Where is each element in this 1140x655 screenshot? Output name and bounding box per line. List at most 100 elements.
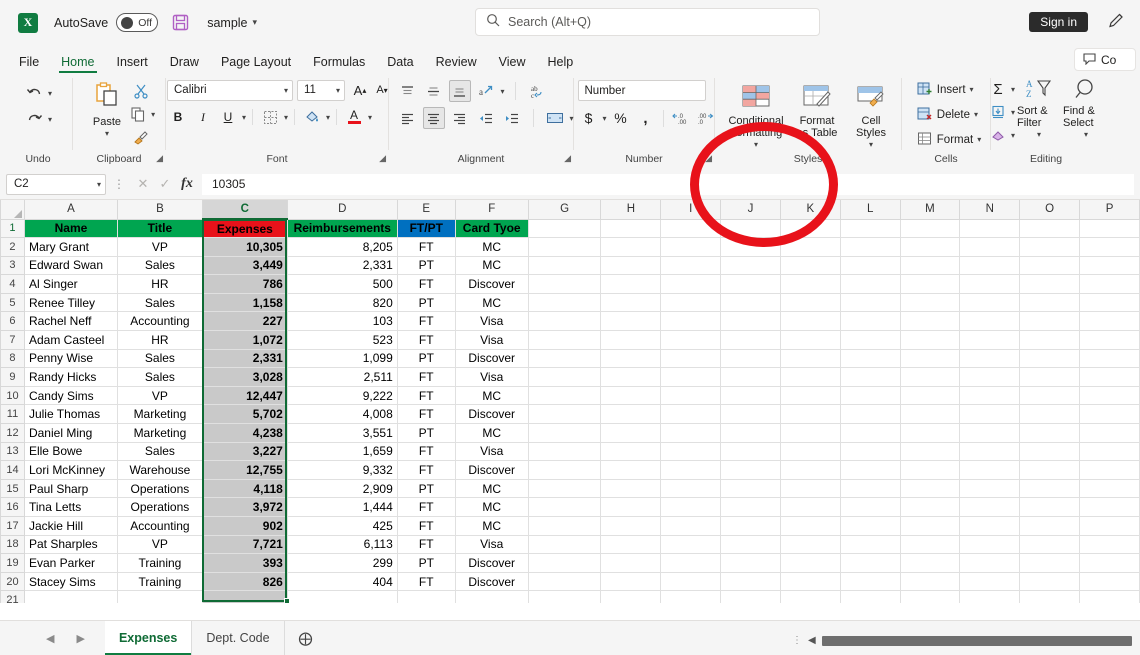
empty-cell[interactable] — [959, 460, 1021, 480]
empty-cell[interactable] — [900, 367, 961, 387]
card-type-cell[interactable]: MC — [455, 479, 529, 499]
reimbursements-cell[interactable]: 8,205 — [287, 237, 398, 257]
empty-cell[interactable] — [1019, 274, 1081, 294]
empty-cell[interactable] — [528, 479, 602, 499]
empty-cell[interactable] — [780, 572, 841, 592]
ftpt-cell[interactable]: FT — [397, 311, 456, 332]
reimbursements-cell[interactable]: 4,008 — [287, 404, 398, 425]
empty-cell[interactable] — [1019, 423, 1081, 443]
reimbursements-cell[interactable]: 6,113 — [287, 535, 398, 555]
title-cell[interactable]: VP — [117, 237, 203, 257]
empty-cell[interactable] — [840, 479, 901, 499]
format-painter-button[interactable] — [127, 126, 155, 148]
expenses-cell[interactable]: 12,447 — [202, 386, 288, 406]
undo-button[interactable]: ▾ — [24, 82, 52, 104]
empty-cell[interactable] — [1079, 442, 1140, 462]
empty-cell[interactable] — [1019, 590, 1081, 603]
chevron-down-icon[interactable]: ▾ — [151, 110, 155, 119]
empty-cell[interactable] — [600, 293, 662, 313]
empty-cell[interactable] — [780, 590, 841, 603]
empty-cell[interactable] — [900, 497, 961, 517]
reimbursements-cell[interactable]: 523 — [287, 330, 398, 350]
number-dialog-launcher-icon[interactable]: ◢ — [705, 153, 712, 164]
chevron-down-icon[interactable]: ▾ — [105, 128, 109, 141]
chevron-down-icon[interactable]: ▾ — [869, 139, 873, 152]
format-as-table-button[interactable]: Format as Table ▾ — [789, 82, 845, 153]
column-header-c[interactable]: C — [201, 200, 288, 220]
name-cell[interactable]: Candy Sims — [24, 386, 118, 406]
empty-cell[interactable] — [900, 219, 961, 239]
empty-cell[interactable] — [720, 423, 781, 443]
empty-cell[interactable] — [900, 256, 961, 276]
tab-data[interactable]: Data — [376, 52, 424, 74]
empty-cell[interactable] — [959, 237, 1021, 257]
ftpt-cell[interactable] — [397, 590, 456, 603]
redo-button[interactable]: ▾ — [24, 108, 52, 130]
copy-button[interactable] — [127, 103, 149, 125]
ftpt-cell[interactable]: PT — [397, 553, 456, 573]
tab-page-layout[interactable]: Page Layout — [210, 52, 302, 74]
font-size-select[interactable]: 11 ▾ — [297, 79, 345, 101]
empty-cell[interactable] — [720, 293, 781, 313]
tab-formulas[interactable]: Formulas — [302, 52, 376, 74]
empty-cell[interactable] — [528, 590, 602, 603]
expenses-cell[interactable]: 1,158 — [202, 293, 288, 313]
empty-cell[interactable] — [660, 386, 722, 406]
empty-cell[interactable] — [720, 274, 781, 294]
clear-button[interactable]: ▾ — [987, 124, 1015, 146]
column-header-f[interactable]: F — [454, 200, 529, 220]
empty-cell[interactable] — [1019, 349, 1081, 369]
empty-cell[interactable] — [528, 572, 602, 592]
empty-cell[interactable] — [600, 423, 662, 443]
empty-cell[interactable] — [528, 460, 602, 480]
chevron-down-icon[interactable]: ▾ — [1037, 129, 1041, 141]
title-cell[interactable]: HR — [117, 330, 203, 350]
cell-styles-button[interactable]: Cell Styles ▾ — [845, 82, 897, 153]
row-header-15[interactable]: 15 — [0, 478, 25, 499]
empty-cell[interactable] — [660, 497, 722, 517]
title-cell[interactable]: VP — [117, 386, 203, 406]
ftpt-cell[interactable]: FT — [397, 516, 456, 536]
empty-cell[interactable] — [528, 367, 602, 387]
reimbursements-cell[interactable]: 500 — [287, 274, 398, 294]
ftpt-cell[interactable]: FT — [397, 572, 456, 592]
name-cell[interactable]: Paul Sharp — [24, 479, 118, 499]
empty-cell[interactable] — [1079, 293, 1140, 313]
row-header-3[interactable]: 3 — [0, 255, 25, 276]
empty-cell[interactable] — [840, 590, 901, 603]
title-cell[interactable]: Sales — [117, 256, 203, 276]
ftpt-cell[interactable]: FT — [397, 460, 456, 480]
empty-cell[interactable] — [900, 553, 961, 573]
align-top-button[interactable] — [397, 80, 419, 102]
empty-cell[interactable] — [528, 293, 602, 313]
card-type-cell[interactable]: MC — [455, 423, 529, 443]
orientation-button[interactable]: a — [475, 80, 497, 102]
empty-cell[interactable] — [959, 442, 1021, 462]
empty-cell[interactable] — [660, 423, 722, 443]
empty-cell[interactable] — [600, 367, 662, 387]
empty-cell[interactable] — [720, 479, 781, 499]
card-type-cell[interactable]: Visa — [455, 311, 529, 332]
tab-insert[interactable]: Insert — [106, 52, 159, 74]
percent-style-button[interactable]: % — [610, 107, 632, 129]
empty-cell[interactable] — [780, 460, 841, 480]
empty-cell[interactable] — [900, 404, 961, 425]
empty-cell[interactable] — [959, 572, 1021, 592]
row-header-17[interactable]: 17 — [0, 516, 25, 536]
empty-cell[interactable] — [1079, 590, 1140, 603]
empty-cell[interactable] — [840, 460, 901, 480]
empty-cell[interactable] — [780, 274, 841, 294]
empty-cell[interactable] — [959, 590, 1021, 603]
title-cell[interactable]: Training — [117, 553, 203, 573]
conditional-formatting-button[interactable]: Conditional Formatting ▾ — [723, 82, 789, 153]
pen-icon[interactable] — [1107, 11, 1126, 35]
column-header-b[interactable]: B — [116, 200, 203, 220]
empty-cell[interactable] — [780, 497, 841, 517]
row-header-10[interactable]: 10 — [0, 385, 25, 406]
card-type-cell[interactable]: Discover — [455, 404, 529, 425]
header-cell-ftpt[interactable]: FT/PT — [397, 219, 456, 239]
title-cell[interactable] — [117, 590, 203, 603]
empty-cell[interactable] — [900, 479, 961, 499]
reimbursements-cell[interactable]: 3,551 — [287, 423, 398, 443]
selection-fill-handle[interactable] — [284, 598, 290, 603]
